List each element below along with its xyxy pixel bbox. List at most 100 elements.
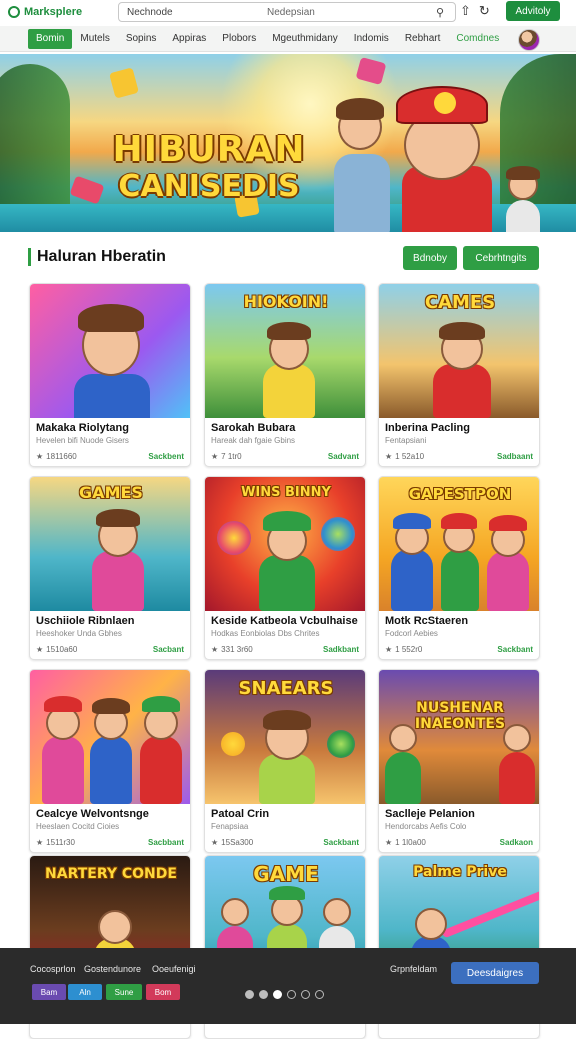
search-placeholder: Nedepsian [267,6,315,18]
card-action-link[interactable]: Sackbant [323,838,359,847]
card-title: Uschiiole Ribnlaen [36,615,135,627]
section-button-2[interactable]: Cebrhtngits [463,246,539,270]
nav-item[interactable]: Comdnes [448,29,507,49]
card-action-link[interactable]: Sadkbant [323,645,359,654]
game-thumbnail: WINS BINNY [205,477,365,611]
pagination-dot[interactable] [315,990,324,999]
brand-logo[interactable]: Marksplere [8,6,118,18]
chip-button[interactable]: Bom [146,984,180,1000]
game-card[interactable]: SNAEARS Patoal Crin Fenapsiaa ★ 15Sa300 S… [204,669,366,853]
card-subtitle: Heeslaen Cocitd Cioies [36,822,120,831]
nav-item[interactable]: Indomis [346,29,397,49]
hero-character-main [390,74,500,232]
card-action-link[interactable]: Sacbant [153,645,184,654]
pagination-dot[interactable] [301,990,310,999]
card-action-link[interactable]: Sackbent [148,452,184,461]
pagination-dot-active[interactable] [273,990,282,999]
game-thumbnail [30,670,190,804]
top-bar: Marksplere Nechnode Nedepsian ⚲ ⇧ ↻ Advi… [0,0,576,24]
floating-block-icon [69,175,105,205]
brand-mark-icon [8,6,20,18]
game-card[interactable]: Cealcye Welvontsnge Heeslaen Cocitd Cioi… [29,669,191,853]
hero-banner[interactable]: HIBURAN CANISEDIS [0,54,576,232]
card-meta: ★ 7 1tr0 [211,452,242,461]
refresh-icon[interactable]: ↻ [479,3,490,19]
nav-item[interactable]: Mgeuthmidany [264,29,346,49]
card-meta: ★ 331 3r60 [211,645,253,654]
star-icon: ★ [385,645,393,654]
game-card[interactable]: GAPESTPON Motk RcStaeren Fodcorl Aebies … [378,476,540,660]
card-subtitle: Hendorcabs Aefis Colo [385,822,467,831]
card-title: Motk RcStaeren [385,615,469,627]
chip-button[interactable]: Aln [68,984,102,1000]
star-icon: ★ [36,838,44,847]
search-input[interactable]: Nechnode Nedepsian ⚲ [118,2,456,22]
card-title: Patoal Crin [211,808,270,820]
card-title: Makaka Riolytang [36,422,129,434]
search-left-text: Nechnode [127,6,173,18]
section-title: Haluran Hberatin [28,248,166,266]
game-thumbnail: GAMES [30,477,190,611]
pagination-dot[interactable] [245,990,254,999]
game-card[interactable]: HIOKOIN! Sarokah Bubara Hareak dah fgaie… [204,283,366,467]
card-title: Inberina Pacling [385,422,470,434]
game-card[interactable]: WINS BINNY Keside Katbeola Vcbulhaise Ho… [204,476,366,660]
card-subtitle: Hareak dah fgaie Gbins [211,436,296,445]
star-icon: ★ [385,452,393,461]
game-thumbnail: HIOKOIN! [205,284,365,418]
card-title: Cealcye Welvontsnge [36,808,149,820]
game-card[interactable]: NUSHENAR INAEONTES Saclleje Pelanion Hen… [378,669,540,853]
pagination-dot[interactable] [259,990,268,999]
card-meta: ★ 1 1l0a00 [385,838,426,847]
download-button[interactable]: Deesdaigres [451,962,539,984]
upload-icon[interactable]: ⇧ [460,3,471,19]
game-thumbnail: NUSHENAR INAEONTES [379,670,539,804]
hero-title: HIBURAN CANISEDIS [112,129,306,204]
card-meta: ★ 1510a60 [36,645,78,654]
card-meta: ★ 1 552r0 [385,645,423,654]
game-thumbnail: GAPESTPON [379,477,539,611]
game-card[interactable]: Makaka Riolytang Hevelen bifi Nuode Gise… [29,283,191,467]
card-subtitle: Fenapsiaa [211,822,249,831]
card-action-link[interactable]: Sadvant [328,452,359,461]
nav-item[interactable]: Sopins [118,29,165,49]
card-title: Sarokah Bubara [211,422,296,434]
card-meta: ★ 1511r30 [36,838,75,847]
star-icon: ★ [211,452,219,461]
card-action-link[interactable]: Sadkaon [500,838,533,847]
nav-item[interactable]: Plobors [214,29,264,49]
activity-button[interactable]: Advitoly [506,1,560,21]
star-icon: ★ [36,645,44,654]
section-button-1[interactable]: Bdnoby [403,246,457,270]
category-nav: Bomin Mutels Sopins Appiras Plobors Mgeu… [0,26,576,52]
floating-block-icon [109,67,139,99]
star-icon: ★ [385,838,393,847]
footer-link[interactable]: Cocosprlon [30,964,76,974]
nav-item[interactable]: Mutels [72,29,117,49]
nav-item-home[interactable]: Bomin [28,28,73,49]
avatar[interactable] [518,29,540,51]
nav-item[interactable]: Rebhart [397,29,449,49]
chip-button[interactable]: Sune [106,984,142,1000]
card-meta: ★ 1811660 [36,452,77,461]
footer-right-label[interactable]: Grpnfeldam [390,964,437,974]
card-action-link[interactable]: Sadbaant [497,452,533,461]
search-icon[interactable]: ⚲ [433,6,447,19]
pagination-dot[interactable] [287,990,296,999]
card-subtitle: Hevelen bifi Nuode Gisers [36,436,129,445]
card-subtitle: Heeshoker Unda Gbhes [36,629,122,638]
card-subtitle: Fodcorl Aebies [385,629,438,638]
footer-link[interactable]: Gostendunore [84,964,141,974]
card-action-link[interactable]: Sacbbant [148,838,184,847]
card-title: Saclleje Pelanion [385,808,475,820]
chip-button[interactable]: Bam [32,984,66,1000]
card-subtitle: Hodkas Eonbiolas Dbs Chrites [211,629,320,638]
game-card[interactable]: GAMES Uschiiole Ribnlaen Heeshoker Unda … [29,476,191,660]
game-thumbnail: SNAEARS [205,670,365,804]
star-icon: ★ [36,452,44,461]
star-icon: ★ [211,645,219,654]
card-action-link[interactable]: Sackbant [497,645,533,654]
footer-link[interactable]: Ooeufenigi [152,964,196,974]
nav-item[interactable]: Appiras [164,29,214,49]
game-card[interactable]: CAMES Inberina Pacling Fentapsiani ★ 1 52… [378,283,540,467]
